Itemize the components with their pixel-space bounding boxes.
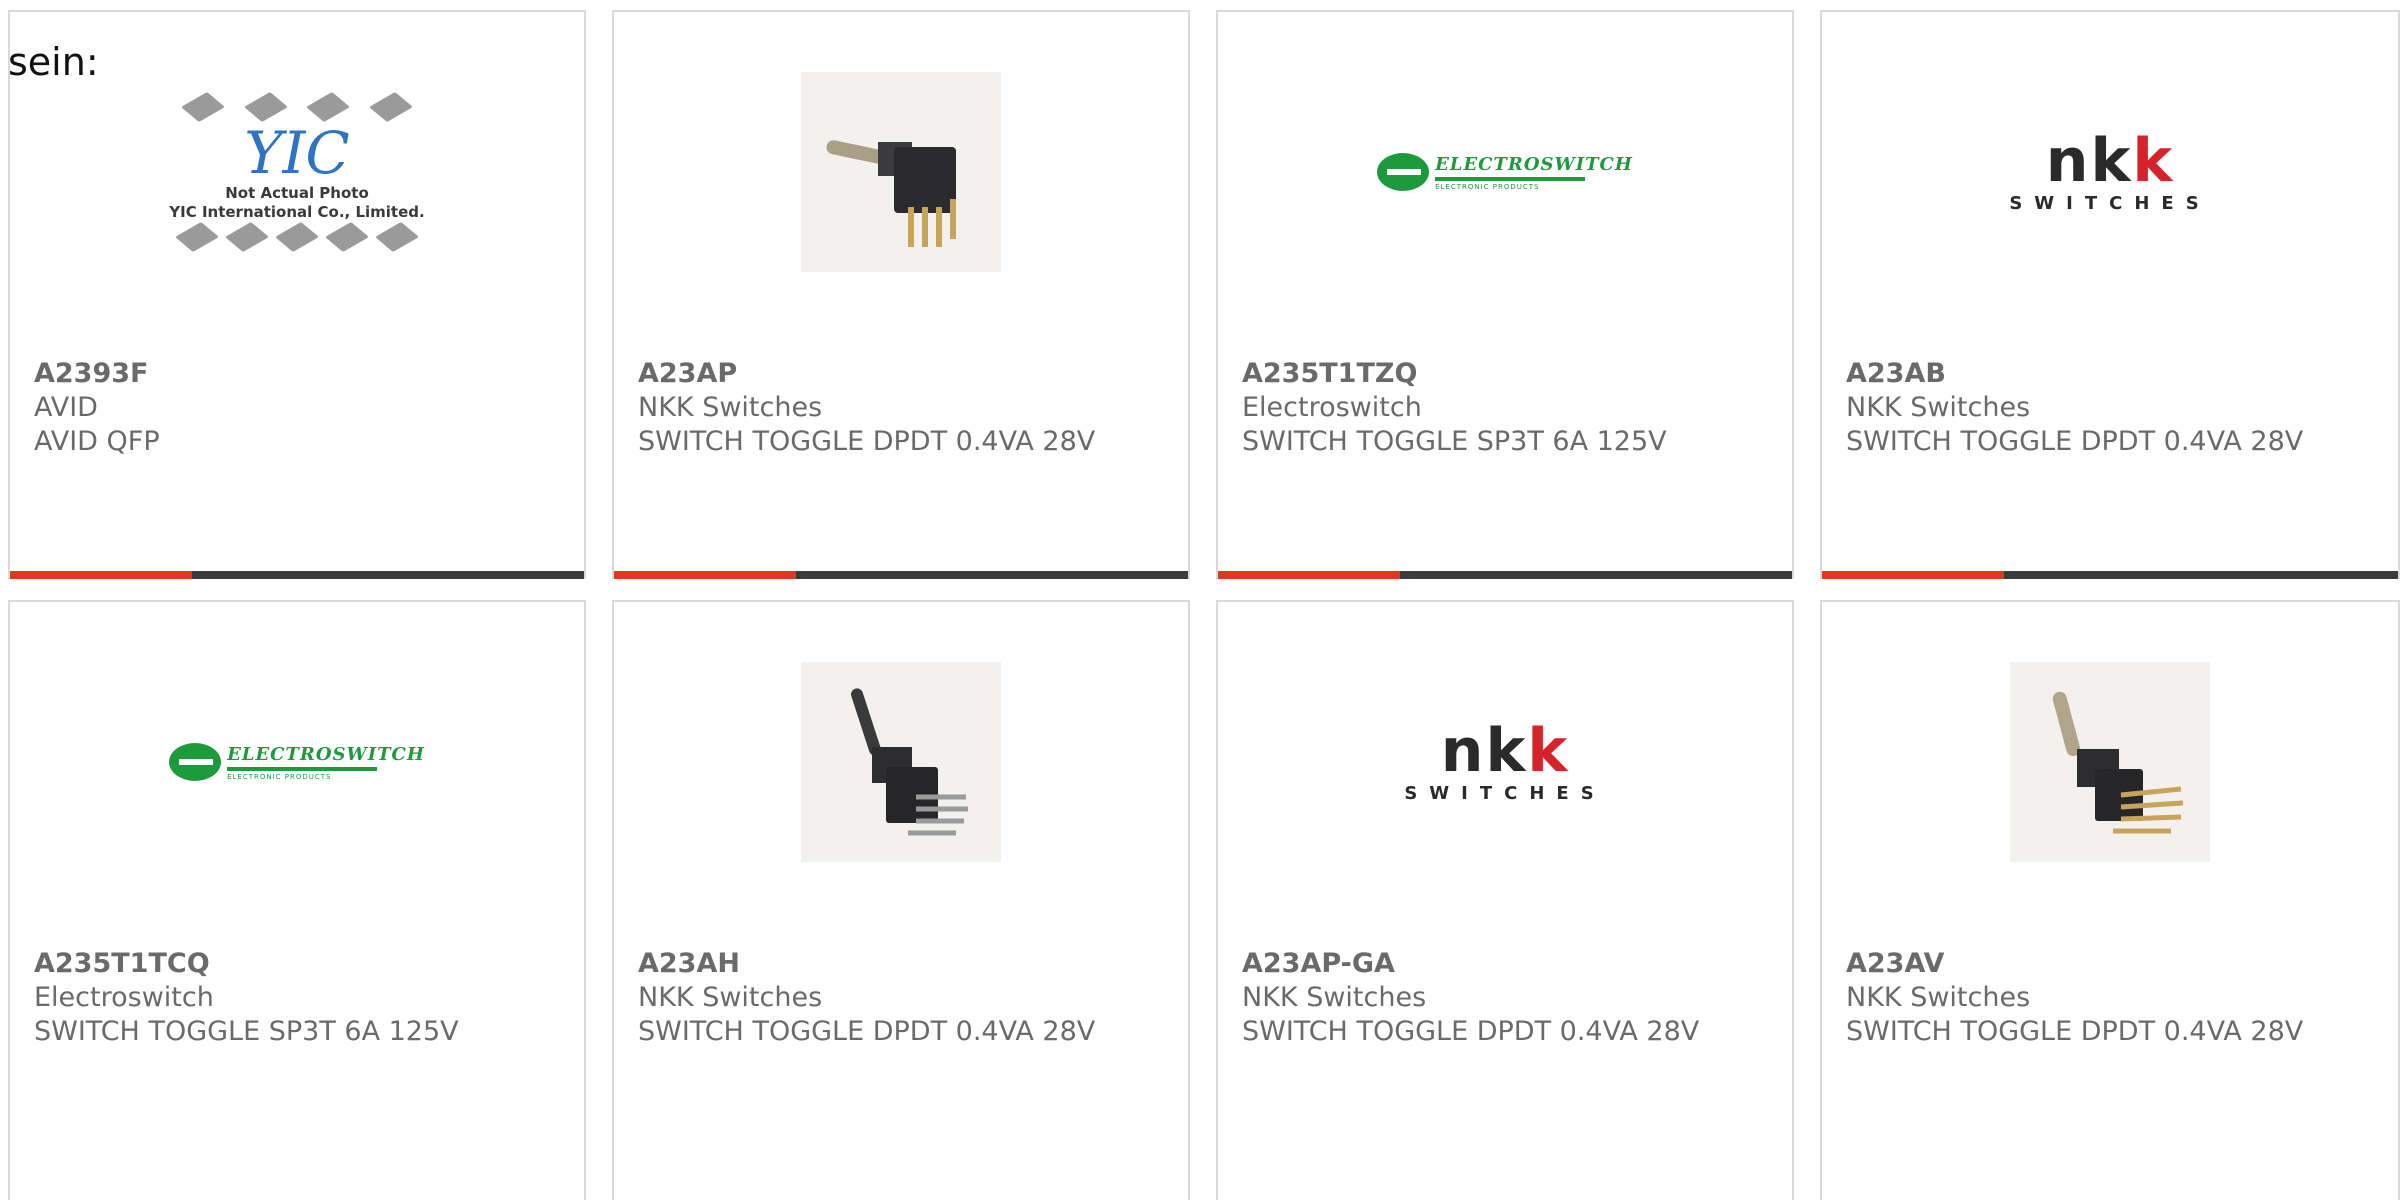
chip-icon: [275, 221, 319, 253]
toggle-switch-icon: [826, 140, 956, 247]
product-card[interactable]: A23AH NKK Switches SWITCH TOGGLE DPDT 0.…: [612, 600, 1190, 1200]
chip-icon: [181, 91, 226, 123]
part-number-link[interactable]: A23AP-GA: [1242, 947, 1768, 981]
electroswitch-tagline: ELECTRONIC PRODUCTS: [227, 772, 332, 781]
product-thumbnail[interactable]: nkk SWITCHES: [1822, 72, 2398, 272]
part-number-link[interactable]: A23AH: [638, 947, 1164, 981]
chip-icon: [175, 221, 219, 253]
part-number-link[interactable]: A2393F: [34, 357, 560, 391]
card-bottom-bar: [1822, 571, 2398, 579]
chip-icons: [172, 221, 422, 253]
product-info: A23AP-GA NKK Switches SWITCH TOGGLE DPDT…: [1242, 947, 1768, 1049]
chip-icon: [306, 91, 351, 123]
manufacturer: NKK Switches: [1846, 982, 2031, 1013]
product-thumbnail[interactable]: [614, 72, 1188, 272]
electroswitch-tagline: ELECTRONIC PRODUCTS: [1435, 182, 1540, 191]
electroswitch-badge-icon: [169, 743, 222, 781]
product-info: A235T1TZQ Electroswitch SWITCH TOGGLE SP…: [1242, 357, 1768, 459]
part-number-link[interactable]: A235T1TZQ: [1242, 357, 1768, 391]
product-info: A235T1TCQ Electroswitch SWITCH TOGGLE SP…: [34, 947, 560, 1049]
nkk-logo: nkk SWITCHES: [2005, 131, 2215, 214]
card-bottom-bar: [1218, 571, 1792, 579]
accent-bar: [10, 571, 192, 579]
chip-icon: [325, 221, 369, 253]
description: SWITCH TOGGLE DPDT 0.4VA 28V: [638, 1016, 1096, 1047]
nkk-wordmark: nkk: [2045, 125, 2175, 196]
manufacturer: Electroswitch: [1242, 392, 1422, 423]
chip-icon: [225, 221, 269, 253]
nkk-logo: nkk SWITCHES: [1400, 721, 1610, 804]
toggle-switch-photo: [2010, 662, 2210, 862]
manufacturer: NKK Switches: [638, 392, 823, 423]
description: SWITCH TOGGLE DPDT 0.4VA 28V: [1242, 1016, 1700, 1047]
card-bottom-bar: [10, 571, 584, 579]
product-card[interactable]: ELECTROSWITCH ELECTRONIC PRODUCTS A235T1…: [1216, 10, 1794, 579]
nkk-wordmark: nkk: [1440, 715, 1570, 786]
electroswitch-wordmark: ELECTROSWITCH: [227, 743, 425, 765]
chip-icon: [243, 91, 288, 123]
product-thumbnail[interactable]: [1822, 662, 2398, 862]
product-card[interactable]: ELECTROSWITCH ELECTRONIC PRODUCTS A235T1…: [8, 600, 586, 1200]
product-grid: YIC Not Actual Photo YIC International C…: [0, 0, 2400, 1200]
accent-bar: [614, 571, 796, 579]
product-card[interactable]: nkk SWITCHES A23AB NKK Switches SWITCH T…: [1820, 10, 2400, 579]
nkk-tagline: SWITCHES: [2009, 192, 2211, 214]
description: SWITCH TOGGLE DPDT 0.4VA 28V: [1846, 426, 2304, 457]
card-bottom-bar: [614, 571, 1188, 579]
nkk-tagline: SWITCHES: [1404, 782, 1606, 804]
description: SWITCH TOGGLE SP3T 6A 125V: [1242, 426, 1667, 457]
product-card[interactable]: YIC Not Actual Photo YIC International C…: [8, 10, 586, 579]
electroswitch-wordmark: ELECTROSWITCH: [1435, 153, 1633, 175]
chip-icons: [172, 91, 422, 123]
chip-icon: [375, 221, 419, 253]
yic-placeholder-image: YIC Not Actual Photo YIC International C…: [162, 91, 432, 253]
part-number-link[interactable]: A235T1TCQ: [34, 947, 560, 981]
product-thumbnail[interactable]: YIC Not Actual Photo YIC International C…: [10, 72, 584, 272]
toggle-switch-icon: [2052, 691, 2184, 834]
description: SWITCH TOGGLE DPDT 0.4VA 28V: [638, 426, 1096, 457]
manufacturer: NKK Switches: [1242, 982, 1427, 1013]
product-thumbnail[interactable]: ELECTROSWITCH ELECTRONIC PRODUCTS: [10, 662, 584, 862]
toggle-switch-icon: [851, 688, 968, 836]
accent-bar: [1218, 571, 1400, 579]
lead-text: sein:: [8, 40, 99, 84]
product-card[interactable]: A23AV NKK Switches SWITCH TOGGLE DPDT 0.…: [1820, 600, 2400, 1200]
product-thumbnail[interactable]: nkk SWITCHES: [1218, 662, 1792, 862]
manufacturer: AVID: [34, 392, 98, 423]
product-info: A23AP NKK Switches SWITCH TOGGLE DPDT 0.…: [638, 357, 1164, 459]
description: SWITCH TOGGLE DPDT 0.4VA 28V: [1846, 1016, 2304, 1047]
not-actual-photo-note: Not Actual Photo: [225, 184, 369, 202]
product-thumbnail[interactable]: ELECTROSWITCH ELECTRONIC PRODUCTS: [1218, 72, 1792, 272]
product-info: A23AH NKK Switches SWITCH TOGGLE DPDT 0.…: [638, 947, 1164, 1049]
accent-bar: [1822, 571, 2004, 579]
product-info: A2393F AVID AVID QFP: [34, 357, 560, 459]
yic-logo: YIC: [244, 119, 350, 187]
part-number-link[interactable]: A23AB: [1846, 357, 2374, 391]
toggle-switch-photo: [801, 662, 1001, 862]
electroswitch-badge-icon: [1377, 153, 1430, 191]
toggle-switch-photo: [801, 72, 1001, 272]
manufacturer: NKK Switches: [638, 982, 823, 1013]
electroswitch-logo: ELECTROSWITCH ELECTRONIC PRODUCTS: [1377, 153, 1633, 191]
product-thumbnail[interactable]: [614, 662, 1188, 862]
description: SWITCH TOGGLE SP3T 6A 125V: [34, 1016, 459, 1047]
product-card[interactable]: A23AP NKK Switches SWITCH TOGGLE DPDT 0.…: [612, 10, 1190, 579]
manufacturer: NKK Switches: [1846, 392, 2031, 423]
manufacturer: Electroswitch: [34, 982, 214, 1013]
part-number-link[interactable]: A23AP: [638, 357, 1164, 391]
description: AVID QFP: [34, 426, 160, 457]
electroswitch-logo: ELECTROSWITCH ELECTRONIC PRODUCTS: [169, 743, 425, 781]
chip-icon: [368, 91, 413, 123]
part-number-link[interactable]: A23AV: [1846, 947, 2374, 981]
product-info: A23AV NKK Switches SWITCH TOGGLE DPDT 0.…: [1846, 947, 2374, 1049]
yic-company-note: YIC International Co., Limited.: [169, 203, 425, 221]
product-card[interactable]: nkk SWITCHES A23AP-GA NKK Switches SWITC…: [1216, 600, 1794, 1200]
product-info: A23AB NKK Switches SWITCH TOGGLE DPDT 0.…: [1846, 357, 2374, 459]
